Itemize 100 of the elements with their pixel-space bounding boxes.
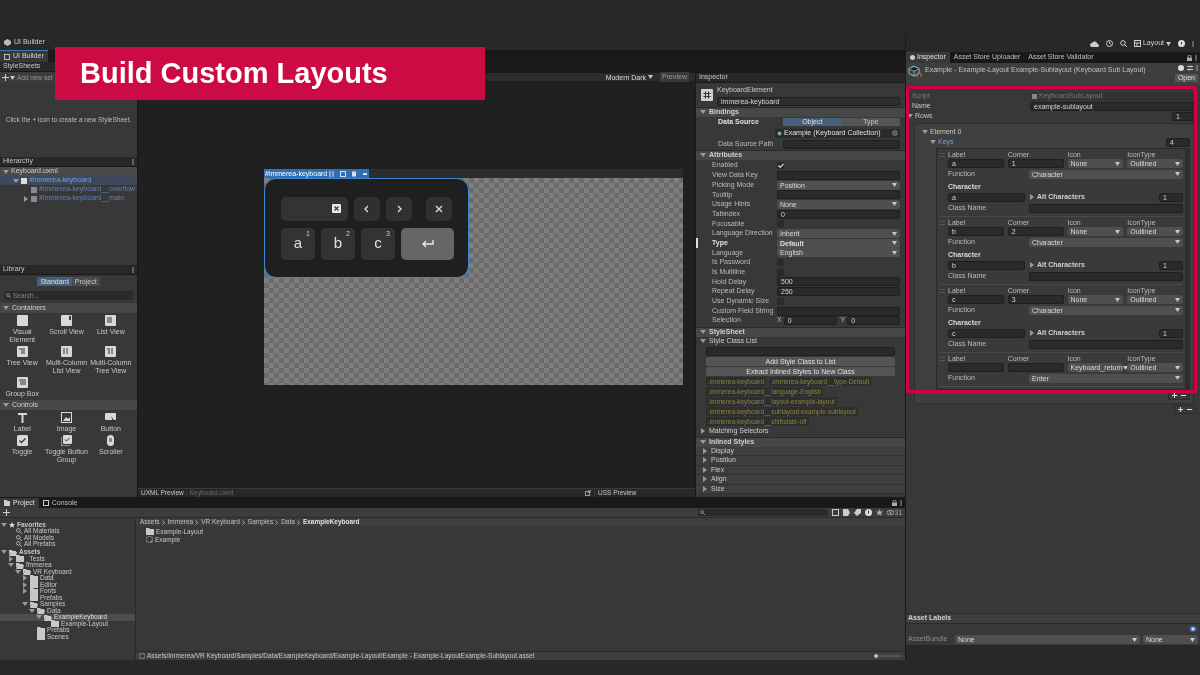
foldout-arrow-icon[interactable] — [700, 152, 706, 159]
library-element-icon — [105, 346, 117, 357]
hash-icon — [701, 89, 713, 102]
folder-icon — [16, 555, 24, 563]
checkbox[interactable] — [777, 162, 784, 170]
chevron-left-icon — [363, 204, 371, 213]
cloud-icon[interactable] — [1089, 40, 1099, 47]
library-element-icon — [16, 315, 28, 326]
plus-icon[interactable] — [3, 509, 10, 516]
foldout-arrow-icon[interactable] — [15, 568, 21, 575]
path-field[interactable] — [783, 139, 900, 149]
foldout-arrow-icon[interactable] — [36, 614, 42, 621]
library-element-icon — [61, 435, 72, 446]
foldout-arrow-icon[interactable] — [1, 521, 7, 528]
cube-asset-icon — [908, 65, 922, 79]
chevron-right-icon — [195, 519, 200, 525]
key-button[interactable] — [354, 196, 380, 221]
foldout-arrow-icon[interactable] — [700, 329, 706, 336]
history-icon[interactable] — [1105, 40, 1113, 47]
clear-icon[interactable] — [332, 204, 341, 213]
help-icon[interactable] — [1178, 40, 1185, 47]
class-name-field[interactable] — [1029, 339, 1183, 349]
help-icon[interactable] — [1178, 65, 1184, 71]
key-button[interactable] — [386, 196, 412, 221]
checkbox[interactable] — [777, 220, 784, 228]
class-name-field[interactable] — [1029, 271, 1183, 281]
folder-icon — [146, 528, 154, 535]
foldout-arrow-icon[interactable] — [702, 466, 708, 473]
lock-icon[interactable] — [1187, 54, 1192, 61]
dropdown-caret-icon — [1190, 637, 1195, 642]
eye-icon[interactable] — [886, 510, 894, 515]
plus-icon[interactable] — [1172, 393, 1177, 398]
foldout-arrow-icon[interactable] — [702, 447, 708, 454]
search-icon — [6, 293, 11, 298]
dropdown-caret-icon — [1175, 172, 1180, 176]
text-field[interactable] — [281, 196, 348, 221]
foldout-arrow-icon[interactable] — [8, 562, 14, 569]
foldout-arrow-icon[interactable] — [702, 485, 708, 492]
foldout-arrow-icon[interactable] — [8, 555, 14, 562]
enter-key[interactable] — [401, 227, 454, 260]
foldout-arrow-icon[interactable] — [23, 195, 29, 202]
foldout-arrow-icon[interactable] — [22, 588, 28, 595]
foldout-arrow-icon[interactable] — [1, 549, 7, 556]
script-icon — [1032, 93, 1037, 99]
foldout-arrow-icon[interactable] — [700, 428, 706, 435]
library-element-icon — [16, 435, 28, 446]
foldout-arrow-icon[interactable] — [1029, 194, 1035, 200]
foldout-arrow-icon[interactable] — [1029, 262, 1035, 268]
foldout-arrow-icon[interactable] — [930, 139, 936, 145]
label-field[interactable] — [948, 363, 1004, 372]
foldout-arrow-icon[interactable] — [922, 129, 928, 135]
foldout-arrow-icon[interactable] — [3, 402, 9, 408]
foldout-arrow-icon[interactable] — [22, 601, 28, 608]
corner-field[interactable] — [1007, 363, 1064, 372]
search-icon[interactable] — [1119, 40, 1127, 47]
foldout-arrow-icon[interactable] — [3, 168, 9, 175]
minus-icon[interactable] — [1187, 407, 1192, 412]
key-button[interactable] — [426, 196, 452, 221]
chevron-right-icon — [275, 519, 280, 525]
dropdown-caret-icon — [648, 75, 654, 79]
plus-icon[interactable] — [1178, 407, 1183, 412]
text-field[interactable] — [777, 306, 900, 316]
lock-icon[interactable] — [892, 500, 897, 506]
foldout-arrow-icon[interactable] — [22, 581, 28, 588]
minus-icon[interactable] — [1181, 393, 1186, 398]
checkbox[interactable] — [777, 268, 784, 276]
star-icon[interactable] — [875, 509, 883, 516]
foldout-arrow-icon[interactable] — [22, 575, 28, 582]
foldout-arrow-icon[interactable] — [702, 476, 708, 483]
foldout-arrow-icon[interactable] — [3, 305, 9, 311]
info-icon[interactable] — [864, 509, 872, 516]
search-type-icon[interactable] — [831, 509, 839, 516]
foldout-arrow-icon[interactable] — [907, 113, 913, 119]
library-element-icon — [16, 346, 28, 357]
class-name-field[interactable] — [706, 346, 895, 356]
labels-icon[interactable] — [1189, 626, 1197, 632]
open-external-icon[interactable] — [585, 490, 591, 496]
window-icon — [4, 53, 10, 60]
foldout-arrow-icon[interactable] — [1029, 330, 1035, 336]
sort-icon — [329, 170, 336, 177]
settings-sliders-icon[interactable] — [1187, 65, 1193, 71]
unity-logo-icon — [4, 39, 11, 46]
plus-icon[interactable] — [2, 74, 9, 81]
text-field[interactable] — [777, 190, 900, 200]
zoom-slider-thumb[interactable] — [874, 654, 878, 658]
library-element-icon — [105, 315, 117, 326]
foldout-arrow-icon[interactable] — [700, 338, 706, 345]
foldout-arrow-icon[interactable] — [29, 607, 35, 614]
target-icon[interactable] — [892, 130, 898, 137]
add-stylesheet-button[interactable] — [2, 74, 15, 81]
chevron-right-icon — [395, 204, 403, 213]
text-field[interactable] — [777, 170, 900, 180]
class-name-field[interactable] — [1029, 203, 1183, 213]
foldout-arrow-icon[interactable] — [702, 457, 708, 464]
foldout-arrow-icon[interactable] — [13, 177, 19, 184]
checkbox[interactable] — [777, 297, 784, 305]
search-field[interactable] — [697, 509, 828, 516]
foldout-arrow-icon[interactable] — [700, 109, 706, 115]
search-icon — [699, 510, 705, 515]
foldout-arrow-icon[interactable] — [700, 439, 706, 446]
